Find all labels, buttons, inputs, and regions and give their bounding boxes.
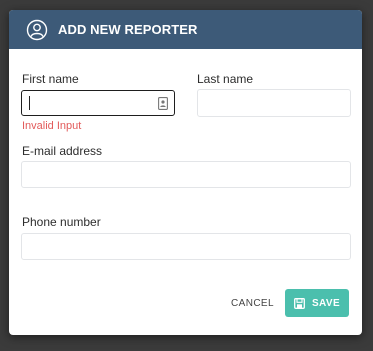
email-field[interactable] (21, 161, 351, 188)
last-name-field[interactable] (197, 89, 351, 117)
save-button[interactable]: SAVE (285, 289, 349, 317)
save-icon (294, 297, 305, 309)
save-button-label: SAVE (311, 297, 341, 309)
last-name-input[interactable] (198, 90, 350, 116)
phone-field[interactable] (21, 233, 351, 260)
email-label: E-mail address (22, 144, 103, 158)
email-input[interactable] (22, 162, 350, 187)
cancel-button[interactable]: CANCEL (231, 298, 274, 309)
last-name-label: Last name (197, 72, 254, 86)
phone-input[interactable] (22, 234, 350, 259)
first-name-field[interactable] (21, 90, 175, 116)
first-name-label: First name (22, 72, 79, 86)
user-circle-icon (26, 19, 48, 41)
first-name-error: Invalid Input (22, 120, 82, 132)
dialog-header: ADD NEW REPORTER (9, 10, 362, 49)
contact-card-icon[interactable] (158, 97, 168, 110)
first-name-input[interactable] (22, 91, 174, 115)
dialog-title: ADD NEW REPORTER (58, 22, 198, 37)
add-reporter-dialog: ADD NEW REPORTER First name Invalid Inpu… (9, 10, 362, 335)
phone-label: Phone number (22, 215, 101, 229)
text-caret (29, 96, 30, 110)
